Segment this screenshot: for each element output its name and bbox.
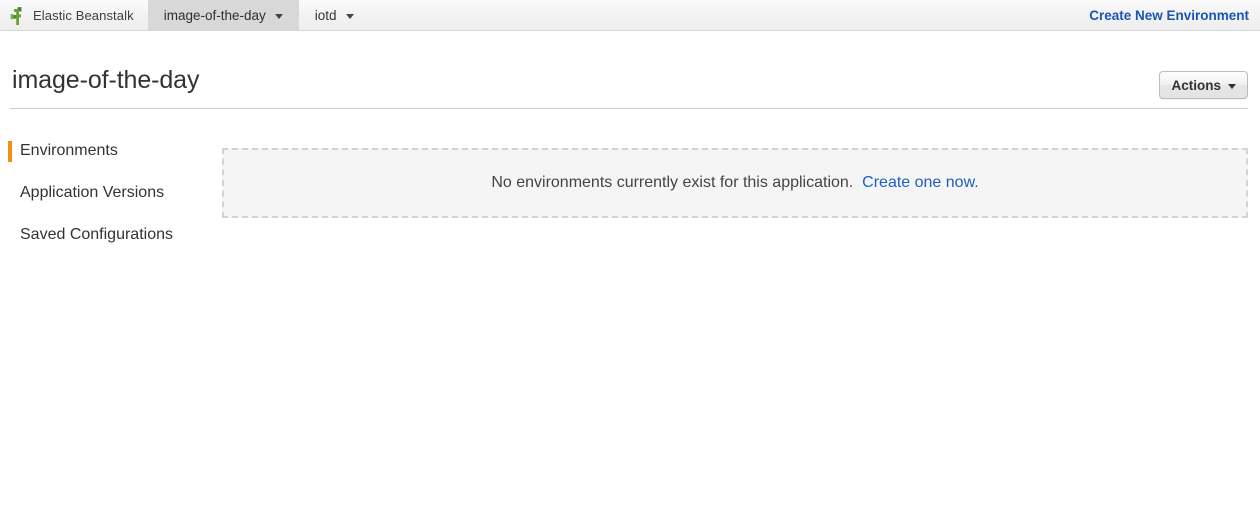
sidebar-item-application-versions[interactable]: Application Versions <box>0 182 210 204</box>
sidebar-item-saved-configurations-label: Saved Configurations <box>20 226 173 243</box>
create-new-environment-link[interactable]: Create New Environment <box>1089 0 1260 31</box>
brand-label: Elastic Beanstalk <box>33 8 134 23</box>
beanstalk-sprout-icon <box>10 6 22 25</box>
nav-tab-application-label: image-of-the-day <box>163 8 266 23</box>
nav-tab-environment-label: iotd <box>314 8 337 23</box>
empty-state-message: No environments currently exist for this… <box>491 174 854 191</box>
page-content: Environments Application Versions Saved … <box>0 109 1260 511</box>
create-one-now-link[interactable]: Create one now. <box>862 174 979 191</box>
chevron-down-icon <box>345 14 354 19</box>
nav-tab-environment[interactable]: iotd <box>299 0 370 31</box>
sidebar-item-environments-label: Environments <box>20 142 118 159</box>
sidebar-item-saved-configurations[interactable]: Saved Configurations <box>0 224 210 246</box>
chevron-down-icon <box>1228 83 1236 89</box>
top-navigation-bar: Elastic Beanstalk image-of-the-day iotd … <box>0 0 1260 31</box>
environments-empty-state-panel: No environments currently exist for this… <box>222 148 1248 218</box>
sidebar-navigation: Environments Application Versions Saved … <box>0 140 210 246</box>
chevron-down-icon <box>274 14 283 19</box>
brand-home-link[interactable]: Elastic Beanstalk <box>0 0 148 31</box>
empty-state-text: No environments currently exist for this… <box>491 174 978 192</box>
nav-tab-application[interactable]: image-of-the-day <box>147 0 299 31</box>
sidebar-item-application-versions-label: Application Versions <box>20 184 165 201</box>
sidebar-item-environments[interactable]: Environments <box>0 140 210 162</box>
page-header: image-of-the-day Actions <box>0 31 1260 109</box>
page-title: image-of-the-day <box>12 66 200 94</box>
actions-button-label: Actions <box>1171 77 1221 93</box>
actions-button[interactable]: Actions <box>1159 71 1248 99</box>
